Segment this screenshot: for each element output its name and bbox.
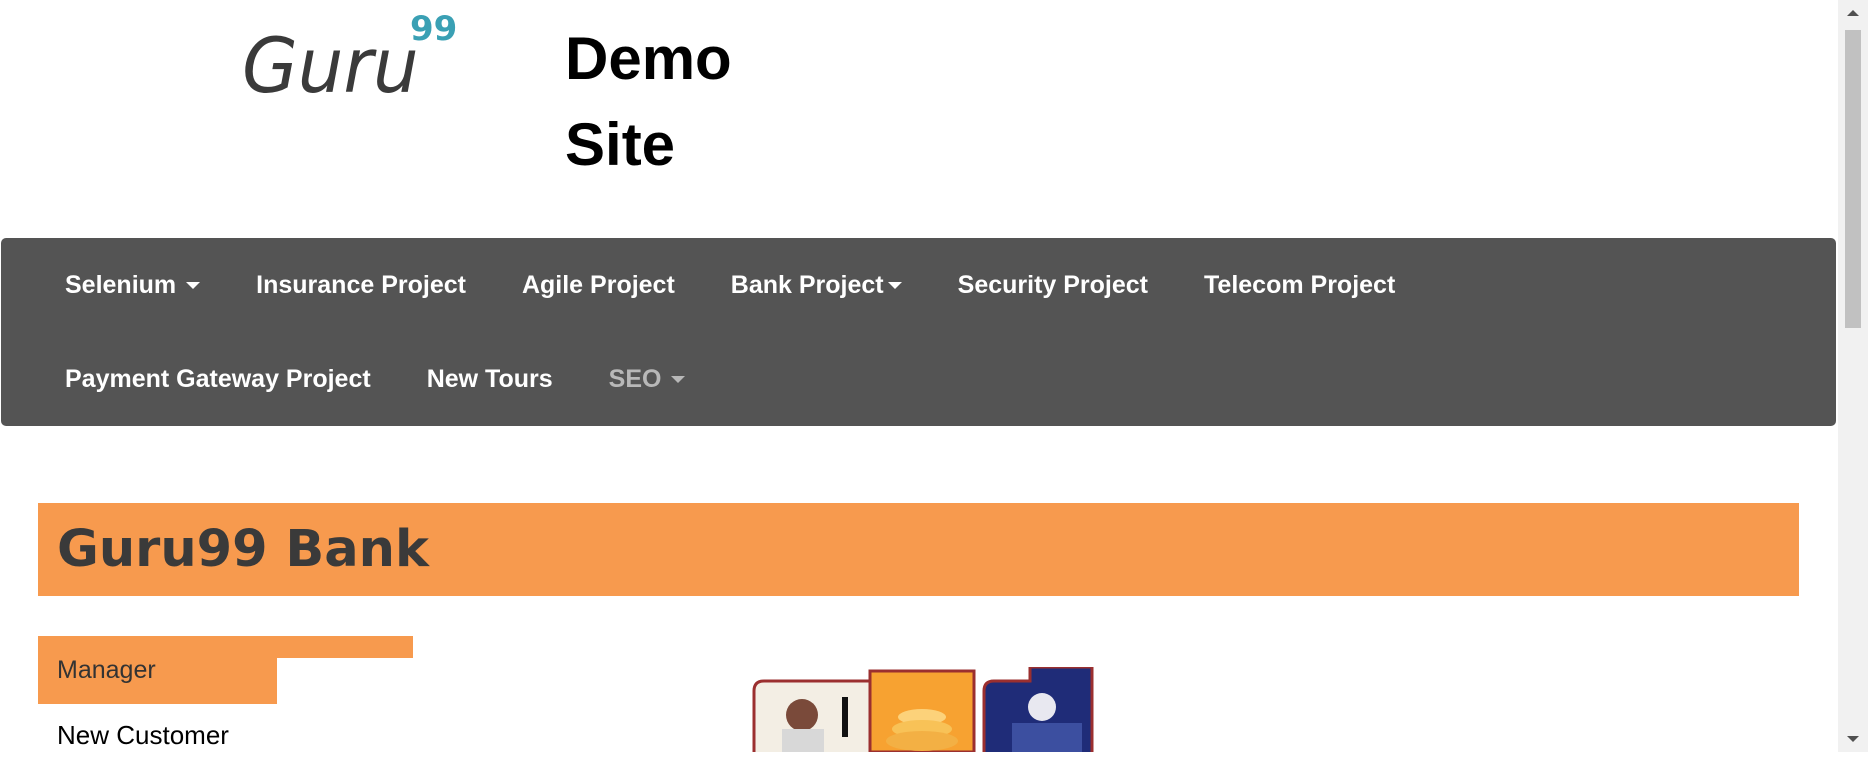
nav-item-bank-project[interactable]: Bank Project — [731, 271, 930, 300]
arrow-down-icon[interactable] — [1847, 736, 1859, 742]
nav-label: Bank Project — [730, 270, 884, 299]
nav-item-security-project[interactable]: Security Project — [958, 271, 1176, 300]
site-title: Demo Site — [565, 16, 732, 188]
nav-item-seo[interactable]: SEO — [609, 365, 714, 394]
coins-image — [868, 669, 976, 754]
scrollbar-thumb[interactable] — [1845, 30, 1861, 328]
nav-item-telecom-project[interactable]: Telecom Project — [1204, 271, 1423, 300]
nav-label: Agile Project — [521, 270, 675, 299]
nav-item-new-tours[interactable]: New Tours — [427, 365, 581, 394]
nav-row-2: Payment Gateway Project New Tours SEO — [1, 332, 713, 426]
logo-text: Guru — [242, 22, 419, 98]
nav-item-selenium[interactable]: Selenium — [65, 271, 228, 300]
nav-label: SEO — [608, 364, 662, 393]
nav-label: Telecom Project — [1204, 270, 1396, 299]
logo-superscript: 99 — [410, 9, 457, 49]
caret-down-icon — [186, 281, 201, 289]
bank-banner: Guru99 Bank — [38, 503, 1799, 596]
bank-hero-images — [742, 665, 1102, 754]
nav-label: Selenium — [65, 270, 177, 299]
nav-item-insurance-project[interactable]: Insurance Project — [256, 271, 494, 300]
caret-down-icon — [671, 375, 686, 383]
site-title-line2: Site — [565, 111, 676, 178]
nav-item-agile-project[interactable]: Agile Project — [522, 271, 703, 300]
nav-row-1: Selenium Insurance Project Agile Project… — [1, 238, 1423, 332]
woman-image — [982, 665, 1094, 752]
nav-label: Insurance Project — [256, 270, 466, 299]
guru99-logo[interactable]: Guru 99 — [242, 8, 472, 110]
arrow-up-icon[interactable] — [1847, 10, 1859, 16]
nav-label: Payment Gateway Project — [65, 364, 371, 393]
main-navbar: Selenium Insurance Project Agile Project… — [1, 238, 1836, 426]
caret-down-icon — [887, 281, 902, 289]
vertical-scrollbar[interactable] — [1838, 0, 1868, 752]
site-title-line1: Demo — [565, 25, 732, 92]
sidebar-heading-manager: Manager — [57, 656, 156, 684]
phone-person-image — [752, 679, 872, 752]
nav-item-payment-gateway-project[interactable]: Payment Gateway Project — [65, 365, 399, 394]
bank-title: Guru99 Bank — [57, 520, 429, 579]
nav-label: Security Project — [957, 270, 1148, 299]
nav-label: New Tours — [426, 364, 553, 393]
sidebar-item-new-customer[interactable]: New Customer — [57, 720, 229, 751]
